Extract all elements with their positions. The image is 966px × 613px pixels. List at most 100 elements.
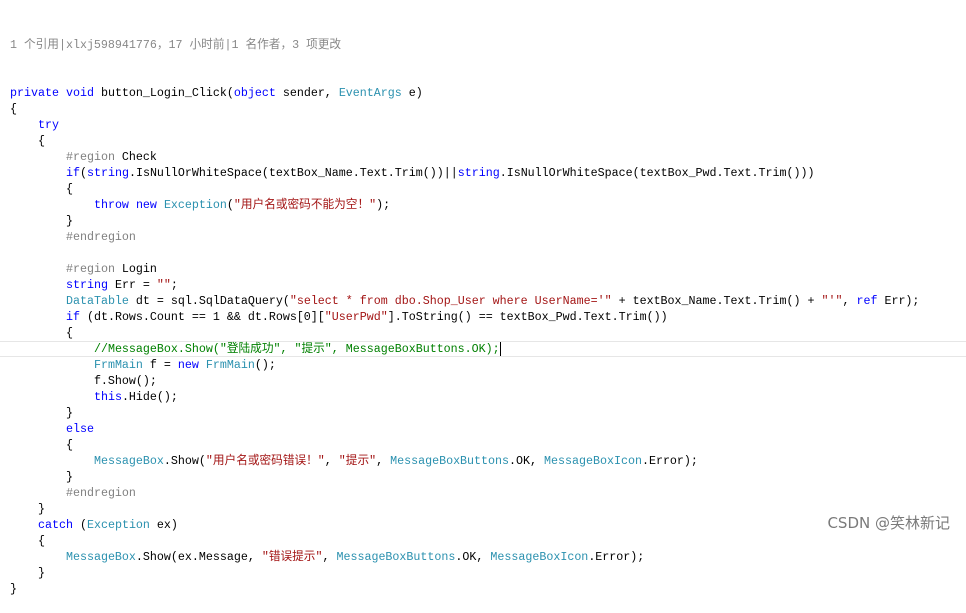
code-token-plain: ; — [170, 278, 178, 292]
code-line[interactable]: { — [10, 133, 966, 149]
code-line[interactable]: { — [10, 533, 966, 549]
code-token-kw: if — [65, 166, 80, 180]
code-token-plain: .Error); — [641, 454, 698, 468]
code-line[interactable]: MessageBox.Show(ex.Message, "错误提示", Mess… — [10, 549, 966, 565]
code-token-plain: (); — [254, 358, 276, 372]
code-line[interactable]: } — [10, 581, 966, 597]
code-line[interactable] — [10, 245, 966, 261]
code-lines[interactable]: private void button_Login_Click(object s… — [0, 85, 966, 597]
code-token-plain: { — [10, 534, 45, 548]
code-token-plain: , — [322, 550, 337, 564]
code-line[interactable]: } — [10, 405, 966, 421]
code-token-plain: { — [10, 326, 73, 340]
code-token-type: Exception — [86, 518, 150, 532]
code-token-str: "用户名或密码错误！" — [205, 454, 325, 468]
code-line[interactable]: f.Show(); — [10, 373, 966, 389]
code-token-plain: , — [376, 454, 391, 468]
code-token-plain: { — [10, 182, 73, 196]
code-token-plain: ); — [376, 198, 391, 212]
code-token-plain: button_Login_Click( — [93, 86, 234, 100]
code-line[interactable]: try — [10, 117, 966, 133]
code-token-plain: Check — [114, 150, 157, 164]
code-line[interactable]: #region Check — [10, 149, 966, 165]
code-line[interactable]: } — [10, 213, 966, 229]
code-line[interactable]: #endregion — [10, 229, 966, 245]
code-token-kw: this — [93, 390, 122, 404]
code-line[interactable]: MessageBox.Show("用户名或密码错误！", "提示", Messa… — [10, 453, 966, 469]
code-token-plain: dt = sql.SqlDataQuery( — [128, 294, 290, 308]
code-token-kw: object — [233, 86, 276, 100]
code-token-kw: string — [65, 278, 108, 292]
code-token-plain: } — [10, 566, 45, 580]
code-line[interactable]: { — [10, 101, 966, 117]
code-line[interactable]: { — [10, 181, 966, 197]
code-token-str: "select * from dbo.Shop_User where UserN… — [289, 294, 612, 308]
code-token-plain: } — [10, 406, 73, 420]
code-line[interactable]: #endregion — [10, 485, 966, 501]
code-line[interactable]: } — [10, 565, 966, 581]
code-token-plain: { — [10, 102, 17, 116]
code-token-pre: #region — [65, 262, 115, 276]
code-token-str: "'" — [821, 294, 843, 308]
code-token-cmt: //MessageBox.Show("登陆成功", "提示", MessageB… — [93, 342, 500, 357]
code-line[interactable]: { — [10, 437, 966, 453]
watermark: CSDN @笑林新记 — [827, 514, 950, 532]
code-token-type: MessageBoxIcon — [490, 550, 589, 564]
code-token-kw: private — [10, 86, 59, 100]
code-line[interactable]: DataTable dt = sql.SqlDataQuery("select … — [10, 293, 966, 309]
code-token-type: MessageBoxButtons — [336, 550, 456, 564]
code-token-plain: e) — [401, 86, 423, 100]
code-line[interactable]: this.Hide(); — [10, 389, 966, 405]
codelens-info[interactable]: 1 个引用|xlxj598941776，17 小时前|1 名作者，3 项更改 — [10, 37, 966, 53]
code-token-kw: ref — [856, 294, 878, 308]
code-token-type: FrmMain — [93, 358, 143, 372]
code-line[interactable]: catch (Exception ex) — [10, 517, 966, 533]
code-line[interactable]: if (dt.Rows.Count == 1 && dt.Rows[0]["Us… — [10, 309, 966, 325]
code-token-kw: if — [65, 310, 80, 324]
code-line[interactable]: throw new Exception("用户名或密码不能为空！"); — [10, 197, 966, 213]
code-line[interactable]: { — [10, 325, 966, 341]
code-line[interactable]: string Err = ""; — [10, 277, 966, 293]
code-line[interactable]: #region Login — [10, 261, 966, 277]
code-token-plain: ( — [226, 198, 234, 212]
code-token-plain: { — [10, 438, 73, 452]
code-editor[interactable]: 1 个引用|xlxj598941776，17 小时前|1 名作者，3 项更改 p… — [0, 5, 966, 613]
code-token-kw: void — [65, 86, 94, 100]
code-token-type: MessageBox — [65, 550, 136, 564]
code-token-type: EventArgs — [338, 86, 402, 100]
code-token-plain: .OK, — [455, 550, 491, 564]
code-token-type: MessageBox — [93, 454, 164, 468]
code-token-plain: .OK, — [509, 454, 545, 468]
code-line[interactable]: FrmMain f = new FrmMain(); — [10, 357, 966, 373]
code-line[interactable]: if(string.IsNullOrWhiteSpace(textBox_Nam… — [10, 165, 966, 181]
code-token-plain: + textBox_Name.Text.Trim() + — [611, 294, 822, 308]
code-token-str: "用户名或密码不能为空！" — [233, 198, 377, 212]
code-line[interactable]: } — [10, 501, 966, 517]
code-line[interactable]: else — [10, 421, 966, 437]
code-token-pre: #endregion — [65, 486, 136, 500]
code-token-plain: } — [10, 470, 73, 484]
code-line[interactable]: } — [10, 469, 966, 485]
code-line[interactable]: private void button_Login_Click(object s… — [10, 85, 966, 101]
code-token-type: FrmMain — [205, 358, 255, 372]
code-token-plain: ( — [79, 166, 87, 180]
code-token-plain: .IsNullOrWhiteSpace(textBox_Pwd.Text.Tri… — [499, 166, 815, 180]
code-token-str: "提示" — [338, 454, 377, 468]
code-token-plain: { — [10, 134, 45, 148]
code-line[interactable]: //MessageBox.Show("登陆成功", "提示", MessageB… — [0, 341, 966, 357]
